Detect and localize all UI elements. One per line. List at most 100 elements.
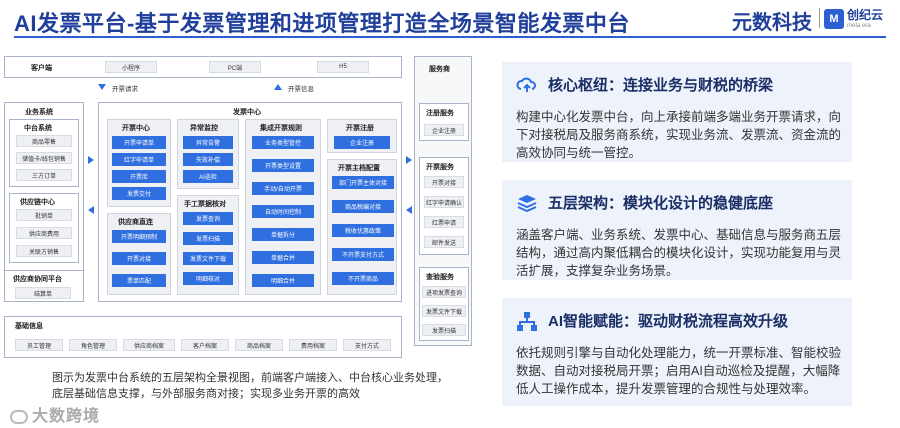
- reg-service-item: 企业注册: [424, 124, 464, 136]
- master-item: 不开票商品: [332, 272, 394, 285]
- kp-service-item: 邮件发送: [424, 236, 464, 248]
- arrow-request-label: 开票请求: [112, 86, 138, 93]
- kp-service-item: 红字申请确认: [424, 196, 464, 208]
- supply-chain-center: 供应链中心 批销单 供应商费用 关联方销售: [9, 193, 79, 263]
- partner-logo-mark: M: [824, 9, 844, 29]
- kp-item: 开票申请单: [112, 136, 166, 149]
- collab-label: 供应商协同平台: [13, 276, 62, 283]
- network-icon: [517, 312, 537, 331]
- rules-item: 手动/自动开票: [252, 182, 314, 195]
- reg-service-label: 注册服务: [426, 110, 454, 117]
- integrated-rules: 集成开票规则 业务类型管控 开票类型设置 手动/自动开票 自动时间控制 单据拆分…: [245, 119, 321, 295]
- base-item: 客户档案: [181, 339, 229, 351]
- manual-item: 发票文件下载: [183, 252, 233, 265]
- feature-title: 核心枢纽：连接业务与财税的桥梁: [548, 77, 774, 94]
- business-layer: 业务系统 中台系统 商品零售 储值卡/线包销售 三方订单 供应链中心 批销单 供…: [4, 102, 84, 294]
- rules-item: 明细合并: [252, 274, 314, 287]
- header-rule: [14, 36, 886, 38]
- center-item: 储值卡/线包销售: [16, 152, 72, 164]
- anomaly-item: 失败补偿: [183, 153, 233, 166]
- kp-center: 开票中心 开票申请单 红字申请单 开票库 发票交付: [107, 119, 171, 207]
- anomaly-label: 异常监控: [190, 125, 218, 132]
- feature-card: 核心枢纽：连接业务与财税的桥梁 构建中心化发票中台，向上承接前端多端业务开票请求…: [502, 62, 852, 162]
- feature-title: AI智能赋能：驱动财税流程高效升级: [548, 313, 789, 330]
- check-service-item: 发票文件下载: [422, 305, 466, 317]
- kp-service-item: 红票申请: [424, 216, 464, 228]
- supply-item: 供应商费用: [16, 227, 72, 239]
- master-item: 商品税编对接: [332, 200, 394, 213]
- partner-logo: M 创纪云 meta era: [824, 6, 890, 32]
- customer-item: PC端: [209, 61, 261, 73]
- registration-service: 注册服务 企业注册: [419, 103, 469, 141]
- customer-item: 小程序: [105, 61, 157, 73]
- supplier-direct-label: 供应商直连: [118, 219, 153, 226]
- rules-item: 开票类型设置: [252, 159, 314, 172]
- base-item: 角色管理: [69, 339, 117, 351]
- supplier-collab-platform: 供应商协同平台 结算单: [4, 270, 84, 302]
- arrow-up-icon: [274, 84, 282, 90]
- supplier-item: 票单匹配: [112, 274, 166, 287]
- manual-item: 发票扫描: [183, 232, 233, 245]
- brand-logo: 元数科技: [732, 12, 812, 34]
- layers-icon: [517, 195, 537, 213]
- rules-item: 业务类型管控: [252, 136, 314, 149]
- feature-body: 涵盖客户端、业务系统、发票中心、基础信息与服务商五层结构，通过高内聚低耦合的模块…: [516, 228, 842, 278]
- base-item: 员工管理: [15, 339, 63, 351]
- base-item: 费用档案: [289, 339, 337, 351]
- register-label: 开票注册: [346, 125, 374, 132]
- master-label: 开票主档配置: [338, 165, 380, 172]
- register-item: 企业注册: [334, 136, 390, 149]
- diagram-caption: 图示为发票中台系统的五层架构全景视图，前端客户端接入、中台核心业务处理，底层基础…: [52, 372, 448, 400]
- cloud-sync-icon: [516, 77, 536, 92]
- feature-card: 五层架构：模块化设计的稳健底座 涵盖客户端、业务系统、发票中心、基础信息与服务商…: [502, 180, 852, 280]
- supply-item: 批销单: [16, 209, 72, 221]
- feature-title: 五层架构：模块化设计的稳健底座: [548, 195, 774, 212]
- architecture-diagram: 客户端 小程序 PC端 H5 开票请求 开票信息 业务系统 中台系统 商品零售 …: [4, 56, 472, 370]
- master-item: 部门开票主体对接: [332, 176, 394, 189]
- supplier-direct: 供应商直连 开票明细预制 开票对接 票单匹配: [107, 213, 171, 295]
- service-label: 服务商: [429, 66, 450, 73]
- kp-item: 发票交付: [112, 187, 166, 200]
- arrow-info-label: 开票信息: [288, 86, 314, 93]
- service-layer: 服务商 注册服务 企业注册 开票服务 开票对接 红字申请确认 红票申请 邮件发送…: [414, 56, 472, 346]
- arrow-down-icon: [98, 84, 106, 90]
- check-service-label: 查验服务: [426, 274, 454, 281]
- kp-service-label: 开票服务: [426, 164, 454, 171]
- kp-service-item: 开票对接: [424, 176, 464, 188]
- kp-item: 红字申请单: [112, 153, 166, 166]
- feature-card: AI智能赋能：驱动财税流程高效升级 依托规则引擎与自动化处理能力，统一开票标准、…: [502, 298, 852, 406]
- anomaly-item: 异常告警: [183, 136, 233, 149]
- manual-check: 手工票据核对 发票查询 发票扫描 发票文件下载 明细核对: [177, 195, 239, 295]
- customer-item: H5: [317, 61, 369, 73]
- rules-label: 集成开票规则: [260, 125, 302, 132]
- rules-item: 自动时间控制: [252, 205, 314, 218]
- base-item: 支付方式: [343, 339, 391, 351]
- feature-body: 依托规则引擎与自动化处理能力，统一开票标准、智能校验数据、自动对接税局开票；启用…: [516, 346, 842, 396]
- watermark-icon: [10, 409, 28, 424]
- master-config: 开票主档配置 部门开票主体对接 商品税编对接 税收优惠政策 不开票支付方式 不开…: [327, 159, 397, 295]
- base-label: 基础信息: [15, 323, 43, 330]
- check-service-item: 发票扫描: [422, 324, 466, 336]
- rules-item: 单据拆分: [252, 228, 314, 241]
- arrow-right-icon: [88, 156, 94, 164]
- center-system-label: 中台系统: [24, 125, 52, 132]
- supply-label: 供应链中心: [20, 199, 55, 206]
- manual-label: 手工票据核对: [184, 201, 226, 208]
- invoice-center-label: 发票中心: [233, 109, 261, 116]
- partner-logo-name: 创纪云: [847, 8, 884, 22]
- business-label: 业务系统: [25, 109, 53, 116]
- center-item: 商品零售: [16, 135, 72, 147]
- supplier-item: 开票明细预制: [112, 230, 166, 243]
- base-item: 供应商档案: [123, 339, 175, 351]
- anomaly-item: AI巡检: [183, 170, 233, 183]
- check-service-item: 进项发票查询: [422, 286, 466, 298]
- manual-item: 明细核对: [183, 272, 233, 285]
- partner-logo-sub: meta era: [847, 23, 871, 29]
- feature-body: 构建中心化发票中台，向上承接前端多端业务开票请求，向下对接税局及服务商系统，实现…: [516, 110, 842, 160]
- rules-item: 单据合并: [252, 251, 314, 264]
- arrow-left-icon: [88, 206, 94, 214]
- manual-item: 发票查询: [183, 212, 233, 225]
- kp-register: 开票注册 企业注册: [327, 119, 397, 153]
- supplier-item: 开票对接: [112, 252, 166, 265]
- center-item: 三方订单: [16, 169, 72, 181]
